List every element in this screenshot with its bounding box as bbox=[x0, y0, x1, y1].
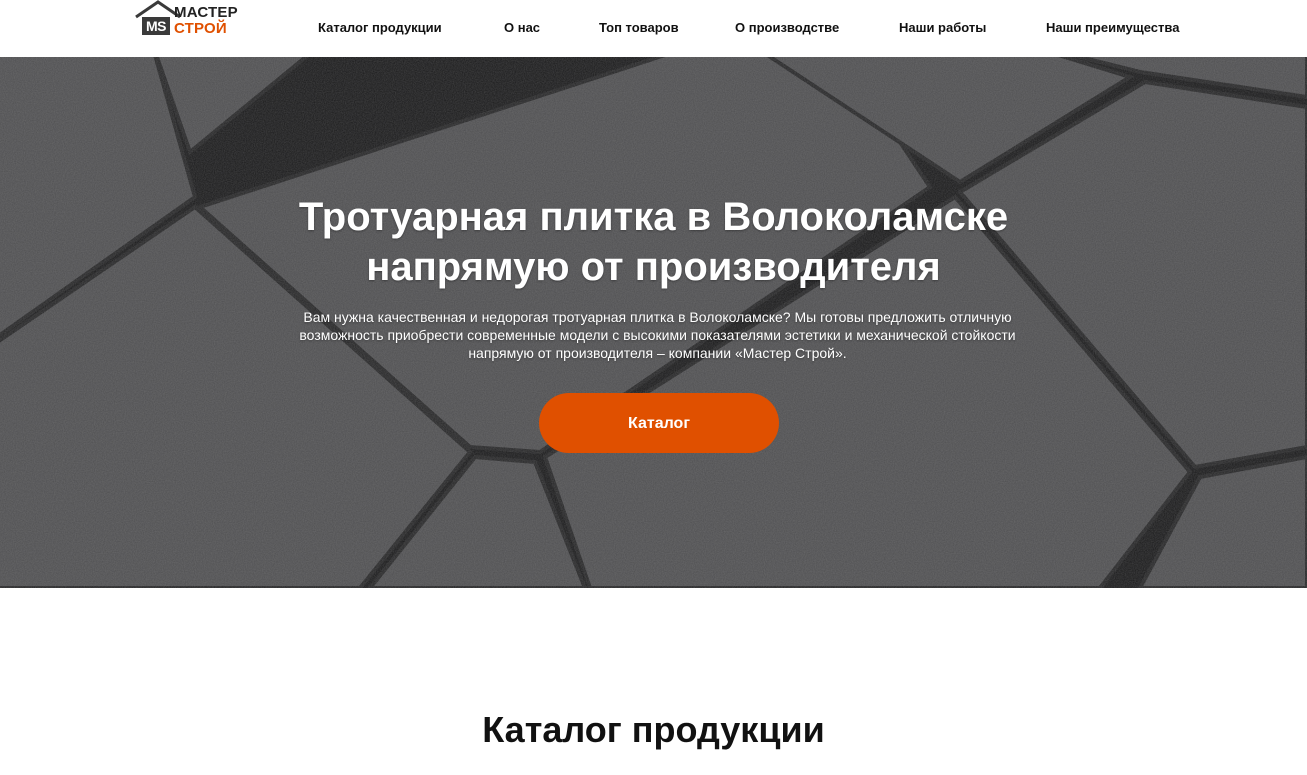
nav-link-catalog[interactable]: Каталог продукции bbox=[318, 19, 442, 37]
hero-description: Вам нужна качественная и недорогая троту… bbox=[299, 309, 1016, 361]
logo-text-top: МАСТЕР bbox=[174, 4, 238, 21]
nav-link-our-works[interactable]: Наши работы bbox=[899, 19, 986, 37]
catalog-section-title: Каталог продукции bbox=[482, 709, 825, 750]
nav-link-advantages[interactable]: Наши преимущества bbox=[1046, 19, 1179, 37]
hero-title-line-2: напрямую от производителя bbox=[366, 245, 941, 289]
nav-link-about[interactable]: О нас bbox=[504, 19, 540, 37]
logo[interactable]: MS МАСТЕР СТРОЙ bbox=[134, 0, 249, 40]
catalog-button[interactable]: Каталог bbox=[539, 393, 779, 453]
hero-section: Тротуарная плитка в Волоколамске напряму… bbox=[0, 57, 1307, 588]
nav-link-production[interactable]: О производстве bbox=[735, 19, 839, 37]
site-header: MS МАСТЕР СТРОЙ Каталог продукции О нас … bbox=[0, 0, 1307, 57]
logo-mark: MS bbox=[142, 17, 170, 35]
hero-title: Тротуарная плитка в Волоколамске напряму… bbox=[0, 192, 1307, 292]
nav-link-top-products[interactable]: Топ товаров bbox=[599, 19, 679, 37]
hero-title-line-1: Тротуарная плитка в Волоколамске bbox=[298, 195, 1009, 239]
logo-text-bottom: СТРОЙ bbox=[174, 20, 227, 37]
